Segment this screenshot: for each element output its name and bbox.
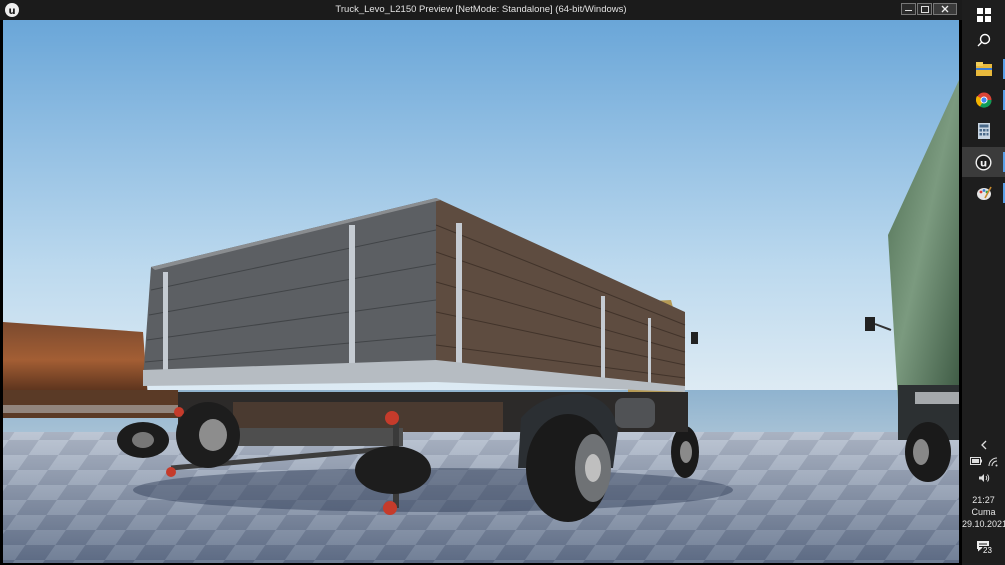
wifi-icon[interactable] [988, 457, 998, 467]
desktop: u Truck_Levo_L2150 Preview [NetMode: Sta… [0, 0, 1005, 565]
taskbar-paint[interactable] [962, 178, 1005, 208]
notification-badge: 23 [981, 546, 994, 555]
clock-time[interactable]: 21:27 [962, 495, 1005, 505]
windows-start-icon [976, 8, 991, 22]
taskbar-calculator[interactable] [962, 116, 1005, 146]
battery-icon[interactable] [969, 457, 982, 465]
clock-day[interactable]: Cuma [962, 507, 1005, 517]
volume-icon [978, 474, 989, 482]
game-viewport[interactable] [3, 20, 959, 563]
scene-render [3, 20, 959, 563]
action-center-button[interactable]: 23 [962, 538, 1005, 558]
show-hidden-icons[interactable] [962, 440, 1005, 452]
clock-date[interactable]: 29.10.2021 [962, 519, 1005, 529]
taskbar-chrome[interactable] [962, 85, 1005, 115]
taskbar-unreal-engine[interactable]: u [962, 147, 1005, 177]
game-window: u Truck_Levo_L2150 Preview [NetMode: Sta… [0, 0, 962, 565]
taskbar-file-explorer[interactable] [962, 54, 1005, 84]
volume-control[interactable] [962, 473, 1005, 485]
windows-taskbar: u 21:27 Cuma 29.10.2021 23 [962, 0, 1005, 565]
calculator-icon [977, 123, 990, 139]
window-title: Truck_Levo_L2150 Preview [NetMode: Stand… [335, 4, 627, 15]
close-icon [941, 5, 949, 13]
file-explorer-icon [975, 62, 992, 76]
minimize-button[interactable] [901, 3, 916, 15]
paint-icon [976, 186, 992, 200]
title-bar[interactable]: u Truck_Levo_L2150 Preview [NetMode: Sta… [0, 0, 962, 20]
chevron-left-icon [980, 440, 986, 450]
svg-text:u: u [980, 158, 987, 169]
maximize-button[interactable] [917, 3, 932, 15]
tray-icons-row [962, 457, 1005, 467]
close-button[interactable] [933, 3, 957, 15]
minimize-icon [905, 10, 912, 11]
unreal-engine-icon: u [975, 154, 992, 170]
chrome-icon [975, 92, 992, 108]
search-button[interactable] [962, 25, 1005, 55]
maximize-icon [921, 6, 929, 13]
search-icon [977, 33, 990, 47]
